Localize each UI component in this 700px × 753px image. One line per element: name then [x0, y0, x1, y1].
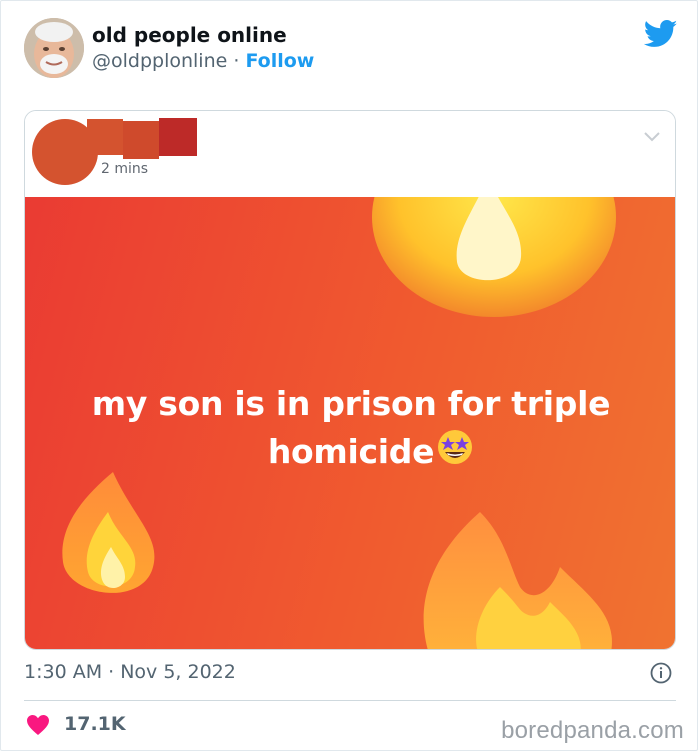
- embedded-post-header: 2 mins: [25, 111, 675, 197]
- follow-button[interactable]: Follow: [245, 50, 314, 72]
- redacted-name-block: [123, 121, 159, 159]
- handle[interactable]: @oldpplonline: [92, 50, 227, 72]
- fire-emoji-bottom-right: [423, 512, 612, 649]
- post-time-ago: 2 mins: [101, 161, 149, 177]
- info-icon[interactable]: [650, 662, 672, 684]
- handle-row: @oldpplonline · Follow: [92, 50, 314, 72]
- display-name[interactable]: old people online: [92, 23, 287, 47]
- redacted-name-block: [87, 119, 123, 155]
- heart-icon[interactable]: [26, 714, 50, 736]
- twitter-bird-icon[interactable]: [644, 20, 678, 48]
- fire-emoji-bottom-left: [62, 472, 155, 593]
- avatar-photo: [24, 18, 84, 78]
- like-count[interactable]: 17.1K: [64, 713, 126, 735]
- divider: [24, 700, 676, 701]
- embedded-post[interactable]: 2 mins my son is in prison for triple ho…: [24, 110, 676, 650]
- post-text-line-2: homicide: [45, 428, 657, 476]
- star-struck-emoji-icon: [438, 430, 473, 464]
- tweet-timestamp[interactable]: 1:30 AM · Nov 5, 2022: [24, 661, 236, 683]
- post-text-word: homicide: [267, 432, 435, 471]
- separator-dot: ·: [233, 50, 240, 72]
- redacted-name-block: [159, 118, 197, 156]
- chevron-down-icon[interactable]: [643, 131, 661, 143]
- post-text: my son is in prison for triple homicide: [45, 380, 657, 476]
- watermark: boredpanda.com: [501, 717, 684, 744]
- fire-emoji-top: [372, 197, 616, 317]
- post-background: my son is in prison for triple homicide: [25, 197, 675, 649]
- post-text-line-1: my son is in prison for triple: [91, 384, 611, 423]
- avatar[interactable]: [24, 18, 84, 78]
